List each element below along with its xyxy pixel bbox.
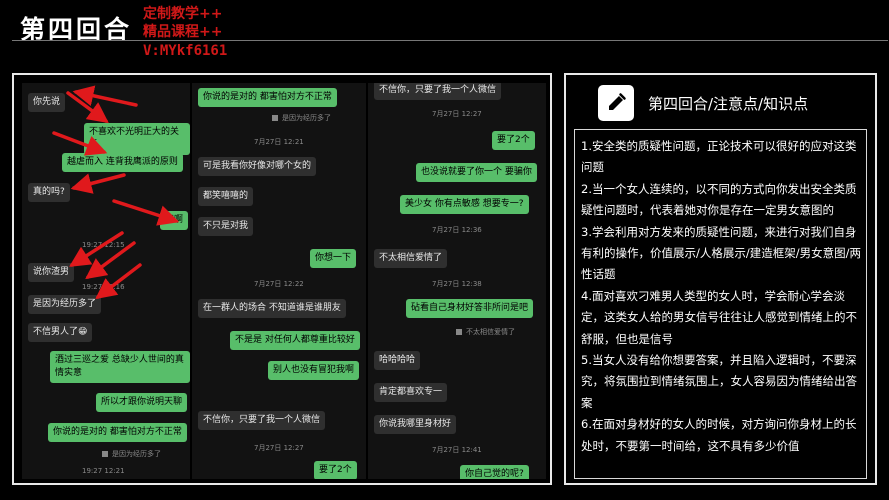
chat-bubble: 美少女 你有点敏感 想要专一?	[400, 195, 529, 214]
chat-bubble: 砧看自己身材好答非所问是吧	[406, 299, 534, 318]
recalled-note: 是因为经历多了	[272, 113, 331, 123]
chat-bubble: 不太相信爱情了	[374, 249, 448, 268]
chat-screenshots-panel: 你先说 不喜欢不光明正大的关系 越虐而入 连背我鹰派的原则 真的吗? 还啊 19…	[12, 73, 552, 485]
timestamp: 7月27日 12:36	[432, 226, 482, 234]
chat-bubble: 还啊	[160, 211, 189, 230]
chat-bubble: 不是是 对任何人都尊重比较好	[230, 331, 360, 350]
chat-bubble: 别人也没有冒犯我啊	[268, 361, 360, 380]
chat-bubble: 不信你，只要了我一个人微信	[198, 411, 326, 430]
chat-bubble: 你想一下	[310, 249, 357, 268]
recalled-note: 不太相信爱情了	[456, 327, 515, 337]
chat-bubble: 是因为经历多了	[28, 295, 102, 314]
watermark-line-3: V:MYkf6161	[143, 43, 228, 59]
chat-column-3[interactable]: 不信你，只要了我一个人微信 7月27日 12:27 要了2个 也没说就要了你一个…	[368, 83, 546, 479]
timestamp: 7月27日 12:27	[432, 110, 482, 118]
timestamp: 7月27日 12:41	[432, 446, 482, 454]
chat-bubble: 哈哈哈哈	[374, 351, 421, 370]
chat-bubble: 肯定都喜欢专一	[374, 383, 448, 402]
chat-bubble: 在一群人的场合 不知道谁是谁朋友	[198, 299, 346, 318]
recalled-note: 是因为经历多了	[102, 449, 161, 459]
watermark-line-2: 精品课程++	[143, 24, 223, 40]
chat-bubble: 要了2个	[492, 131, 535, 150]
chat-bubble: 不喜欢不光明正大的关系	[84, 123, 190, 155]
chat-bubble: 也没说就要了你一个 要骗你	[416, 163, 537, 182]
timestamp: 7月27日 12:21	[254, 138, 304, 146]
point-5: 5.当女人没有给你想要答案，并且陷入逻辑时，不要深究，将氛围拉到情绪氛围上，女人…	[581, 353, 857, 410]
chat-bubble: 越虐而入 连背我鹰派的原则	[62, 153, 183, 172]
timestamp: 19:27 12:16	[82, 283, 125, 291]
timestamp: 19:27 12:21	[82, 467, 125, 475]
timestamp: 7月27日 12:38	[432, 280, 482, 288]
chat-bubble: 要了2个	[314, 461, 357, 479]
points-box: 1.安全类的质疑性问题，正论技术可以很好的应对这类问题 2.当一个女人连续的，以…	[574, 129, 867, 479]
header-divider	[12, 40, 888, 41]
chat-bubble: 都笑嘻嘻的	[198, 187, 254, 206]
timestamp: 19:27 12:15	[82, 241, 125, 249]
chat-bubble: 你说的是对的 都害怕对方不正常	[198, 88, 337, 107]
chat-bubble: 不只是对我	[198, 217, 254, 236]
chat-bubble: 可是我看你好像对哪个女的	[198, 157, 317, 176]
chat-bubble: 你自己觉的呢?	[460, 465, 529, 479]
chat-bubble: 真的吗?	[28, 183, 70, 202]
pencil-icon	[598, 85, 634, 121]
chat-column-1[interactable]: 你先说 不喜欢不光明正大的关系 越虐而入 连背我鹰派的原则 真的吗? 还啊 19…	[22, 83, 190, 479]
timestamp: 7月27日 12:27	[254, 444, 304, 452]
chat-bubble: 说你渣男	[28, 263, 75, 282]
chat-bubble: 所以才跟你说明天聊	[96, 393, 188, 412]
timestamp: 7月27日 12:22	[254, 280, 304, 288]
knowledge-panel: 第四回合/注意点/知识点 1.安全类的质疑性问题，正论技术可以很好的应对这类问题…	[564, 73, 877, 485]
point-4: 4.面对喜欢刁难男人类型的女人时，学会耐心学会淡定，这类女人给的男女信号往往让人…	[581, 288, 857, 346]
chat-bubble: 你先说	[28, 93, 66, 112]
point-2: 2.当一个女人连续的，以不同的方式向你发出安全类质疑性问题时，代表着她对你是存在…	[581, 181, 857, 218]
point-6: 6.在面对身材好的女人的时候，对方询问你身材上的长处时，不要第一时间给，这不具有…	[581, 417, 857, 453]
chat-bubble: 不信你，只要了我一个人微信	[374, 83, 502, 100]
watermark-line-1: 定制教学++	[143, 6, 223, 22]
panel-heading: 第四回合/注意点/知识点	[648, 95, 809, 113]
chat-bubble: 你说的是对的 都害怕对方不正常	[48, 423, 187, 442]
chat-bubble: 你说我哪里身材好	[374, 415, 457, 434]
point-1: 1.安全类的质疑性问题，正论技术可以很好的应对这类问题	[581, 139, 857, 175]
point-3: 3.学会利用对方发来的质疑性问题，来进行对我们自身有利的操作，价值展示/人格展示…	[581, 224, 861, 282]
chat-column-2[interactable]: 你说的是对的 都害怕对方不正常 是因为经历多了 7月27日 12:21 可是我看…	[192, 83, 366, 479]
chat-bubble: 酒过三巡之爱 总缺少人世间的真情实意	[50, 351, 190, 383]
chat-bubble: 不信男人了😁	[28, 323, 93, 342]
